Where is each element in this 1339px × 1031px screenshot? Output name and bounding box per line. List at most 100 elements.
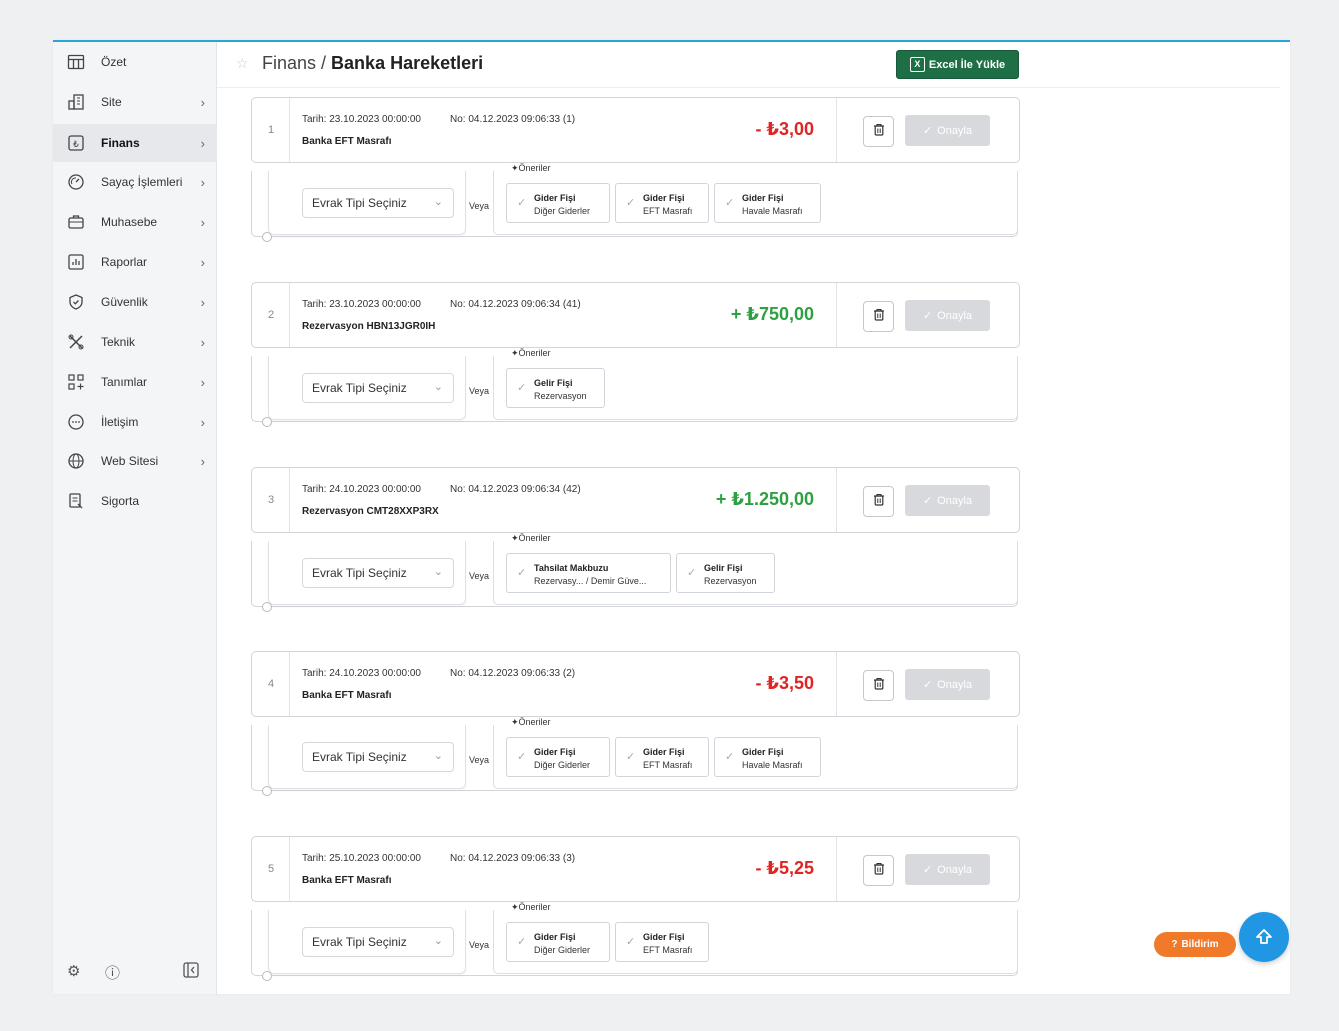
suggestion-title: Gider Fişi [534, 747, 576, 757]
approve-label: Onayla [937, 494, 973, 507]
suggestions-label: ✦Öneriler [508, 717, 554, 728]
trash-icon [873, 308, 885, 326]
document-type-select[interactable]: Evrak Tipi Seçiniz ⌄ [302, 742, 454, 772]
suggestions-title: Öneriler [518, 163, 551, 173]
transaction-date: Tarih: 24.10.2023 00:00:00 [302, 668, 421, 679]
suggestion-title: Gider Fişi [534, 193, 576, 203]
lira-icon: ₺ [67, 134, 85, 152]
suggestion-title: Gider Fişi [742, 193, 784, 203]
sidebar-item-özet[interactable]: Özet [53, 43, 217, 81]
sidebar-item-label: Finans [101, 136, 140, 150]
check-icon: ✓ [725, 197, 735, 209]
chevron-right-icon: › [200, 453, 205, 469]
check-icon: ✓ [922, 495, 933, 507]
svg-text:₺: ₺ [73, 140, 79, 150]
trash-icon [873, 677, 885, 695]
document-type-select[interactable]: Evrak Tipi Seçiniz ⌄ [302, 188, 454, 218]
select-value: Evrak Tipi Seçiniz [312, 566, 407, 580]
suggestion-chip[interactable]: ✓ Gelir Fişi Rezervasyon [506, 368, 605, 408]
page-title: Banka Hareketleri [331, 53, 484, 73]
favorite-star-icon[interactable]: ☆ [236, 55, 249, 72]
sidebar-item-web-sitesi[interactable]: Web Sitesi › [53, 442, 217, 480]
divider [836, 283, 837, 347]
transaction-number: No: 04.12.2023 09:06:33 (3) [450, 853, 576, 864]
transaction-number: No: 04.12.2023 09:06:34 (41) [450, 299, 581, 310]
delete-button[interactable] [863, 855, 894, 886]
delete-button[interactable] [863, 670, 894, 701]
row-number: 4 [268, 678, 275, 690]
suggestion-chip[interactable]: ✓ Gider Fişi Havale Masrafı [714, 737, 821, 777]
suggestion-chip[interactable]: ✓ Gider Fişi Diğer Giderler [506, 183, 610, 223]
delete-button[interactable] [863, 116, 894, 147]
sidebar-item-finans[interactable]: ₺ Finans › [53, 124, 217, 162]
sidebar-item-raporlar[interactable]: Raporlar › [53, 243, 217, 281]
transaction-header: 5 Tarih: 25.10.2023 00:00:00 No: 04.12.202… [251, 836, 1020, 902]
suggestion-chip[interactable]: ✓ Gider Fişi EFT Masrafı [615, 183, 709, 223]
or-label: Veya [469, 571, 490, 581]
chevron-right-icon: › [200, 135, 205, 151]
chevron-down-icon: ⌄ [433, 750, 443, 762]
approve-button[interactable]: ✓ Onayla [905, 485, 990, 516]
delete-button[interactable] [863, 486, 894, 517]
check-icon: ✓ [517, 936, 527, 948]
chevron-down-icon: ⌄ [433, 935, 443, 947]
chevron-right-icon: › [200, 294, 205, 310]
sidebar-item-sigorta[interactable]: Sigorta [53, 482, 217, 520]
chevron-right-icon: › [200, 414, 205, 430]
sidebar-item-label: Tanımlar [101, 375, 148, 389]
sidebar-item-sayaç-i-şlemleri[interactable]: Sayaç İşlemleri › [53, 163, 217, 201]
transaction-amount: + ₺750,00 [730, 304, 814, 324]
sidebar-item-site[interactable]: Site › [53, 83, 217, 121]
help-circle-icon: ? [1171, 939, 1178, 950]
sidebar-item-tanımlar[interactable]: Tanımlar › [53, 363, 217, 401]
sparkle-icon: ✦ [511, 348, 519, 358]
suggestion-chip[interactable]: ✓ Gider Fişi Diğer Giderler [506, 922, 610, 962]
document-type-panel: Evrak Tipi Seçiniz ⌄ [268, 541, 466, 605]
delete-button[interactable] [863, 301, 894, 332]
check-icon: ✓ [626, 751, 636, 763]
sparkle-icon: ✦ [511, 533, 519, 543]
document-type-select[interactable]: Evrak Tipi Seçiniz ⌄ [302, 373, 454, 403]
sidebar-item-muhasebe[interactable]: Muhasebe › [53, 203, 217, 241]
suggestion-chip[interactable]: ✓ Gider Fişi Diğer Giderler [506, 737, 610, 777]
approve-button[interactable]: ✓ Onayla [905, 669, 990, 700]
excel-upload-button[interactable]: X Excel İle Yükle [896, 50, 1019, 79]
info-icon[interactable]: ⓘ [105, 962, 120, 983]
suggestion-chip[interactable]: ✓ Gider Fişi Havale Masrafı [714, 183, 821, 223]
sidebar-item-güvenlik[interactable]: Güvenlik › [53, 283, 217, 321]
chevron-right-icon: › [200, 374, 205, 390]
breadcrumb-parent[interactable]: Finans [262, 53, 316, 73]
check-icon: ✓ [517, 751, 527, 763]
suggestion-chip[interactable]: ✓ Tahsilat Makbuzu Rezervasy... / Demir Gü… [506, 553, 671, 593]
approve-button[interactable]: ✓ Onayla [905, 300, 990, 331]
sidebar-item-teknik[interactable]: Teknik › [53, 323, 217, 361]
document-type-select[interactable]: Evrak Tipi Seçiniz ⌄ [302, 927, 454, 957]
settings-icon[interactable]: ⚙ [67, 962, 80, 980]
check-icon: ✓ [687, 567, 697, 579]
sidebar-item-label: Güvenlik [101, 295, 148, 309]
breadcrumb-separator: / [316, 53, 332, 73]
sidebar-item-label: Web Sitesi [101, 454, 159, 468]
collapse-sidebar-icon[interactable] [183, 962, 199, 982]
divider [836, 468, 837, 532]
transaction-description: Rezervasyon HBN13JGR0IH [302, 321, 436, 332]
transaction-card: 5 Tarih: 25.10.2023 00:00:00 No: 04.12.202… [251, 836, 1021, 981]
approve-button[interactable]: ✓ Onayla [905, 115, 990, 146]
sidebar-item-i-letişim[interactable]: İletişim › [53, 403, 217, 441]
suggestion-chip[interactable]: ✓ Gider Fişi EFT Masrafı [615, 737, 709, 777]
sidebar-item-label: Sayaç İşlemleri [101, 175, 183, 189]
or-label: Veya [469, 755, 490, 765]
suggestion-title: Gider Fişi [643, 932, 685, 942]
grid-plus-icon [67, 373, 85, 391]
bildirim-button[interactable]: ? Bildirim [1154, 932, 1236, 957]
suggestion-chip[interactable]: ✓ Gelir Fişi Rezervasyon [676, 553, 775, 593]
transaction-number: No: 04.12.2023 09:06:34 (42) [450, 484, 581, 495]
scroll-to-top-button[interactable] [1239, 912, 1289, 962]
approve-button[interactable]: ✓ Onayla [905, 854, 990, 885]
sidebar-item-label: Raporlar [101, 255, 148, 269]
divider [289, 652, 290, 716]
chat-icon [67, 413, 85, 431]
suggestion-chip[interactable]: ✓ Gider Fişi EFT Masrafı [615, 922, 709, 962]
suggestion-subtitle: Diğer Giderler [534, 206, 591, 216]
document-type-select[interactable]: Evrak Tipi Seçiniz ⌄ [302, 558, 454, 588]
